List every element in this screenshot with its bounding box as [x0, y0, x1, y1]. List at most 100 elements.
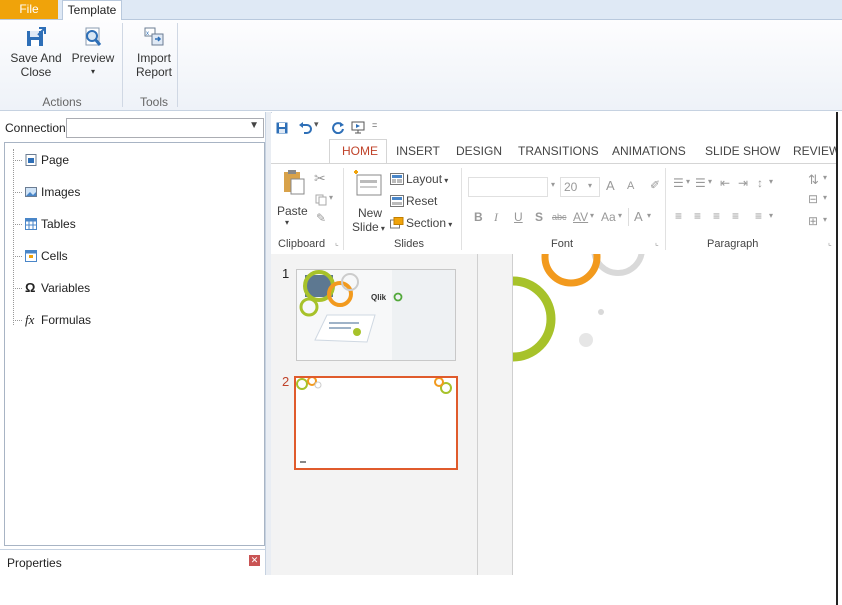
grow-font-icon[interactable]: A [606, 178, 615, 193]
fx-icon: fx [25, 312, 35, 327]
decrease-indent-icon[interactable]: ⇤ [720, 176, 730, 190]
slide-thumbnail-2-selected[interactable] [294, 376, 458, 470]
columns-icon[interactable]: ≡ [755, 209, 762, 223]
copy-icon[interactable] [315, 194, 327, 206]
align-center-icon[interactable]: ≡ [694, 209, 701, 223]
tree-item-tables[interactable]: Tables [5, 214, 245, 234]
numbering-dropdown-icon[interactable]: ▾ [708, 177, 712, 186]
cut-icon[interactable]: ✂ [314, 170, 326, 187]
dialog-launcher-icon[interactable]: ⌞ [335, 238, 339, 247]
slide-canvas[interactable] [513, 254, 836, 575]
paste-icon[interactable] [283, 169, 305, 195]
dialog-launcher-icon[interactable]: ⌞ [655, 238, 659, 247]
reset-icon[interactable] [390, 195, 404, 207]
font-size-value: 20 [564, 180, 578, 194]
paste-dropdown-icon[interactable]: ▾ [285, 218, 289, 227]
undo-dropdown-icon[interactable]: ▾ [314, 119, 319, 130]
group-label-actions: Actions [42, 95, 82, 109]
smartart-icon[interactable]: ⊞ [808, 214, 818, 228]
tab-template[interactable]: Template [62, 0, 122, 21]
tab-review[interactable]: REVIEW [793, 144, 836, 158]
redo-icon[interactable] [332, 121, 345, 134]
tree-item-label: Page [41, 153, 70, 167]
font-size-dropdown-icon[interactable]: ▾ [588, 181, 592, 190]
font-color-button[interactable]: A [634, 209, 643, 224]
tree-item-label: Tables [41, 217, 76, 231]
italic-button[interactable]: I [494, 210, 498, 225]
cells-icon [25, 250, 37, 262]
connection-select[interactable]: ▼ [66, 118, 264, 138]
customize-toolbar-icon[interactable]: = [372, 120, 377, 130]
new-slide-label[interactable]: New [358, 206, 382, 220]
bullets-dropdown-icon[interactable]: ▾ [686, 177, 690, 186]
underline-button[interactable]: U [514, 210, 523, 224]
align-right-icon[interactable]: ≡ [713, 209, 720, 223]
save-and-close-button[interactable]: Save And Close [6, 26, 66, 79]
tab-insert[interactable]: INSERT [396, 144, 440, 158]
tree-item-cells[interactable]: Cells [5, 246, 245, 266]
clear-formatting-icon[interactable]: ✐ [650, 178, 660, 192]
line-spacing-dropdown-icon[interactable]: ▾ [769, 177, 773, 186]
tables-icon [25, 218, 37, 230]
columns-dropdown-icon[interactable]: ▾ [769, 211, 773, 220]
shrink-font-icon[interactable]: A [627, 180, 634, 192]
line-spacing-icon[interactable]: ↕ [757, 176, 763, 190]
align-left-icon[interactable]: ≡ [675, 209, 682, 223]
spacing-dropdown-icon[interactable]: ▾ [590, 211, 594, 220]
numbering-icon[interactable]: ☰ [695, 176, 706, 190]
font-size-combo[interactable]: 20 ▾ [560, 177, 600, 197]
align-text-dropdown-icon[interactable]: ▾ [823, 193, 827, 202]
slide-thumbnails-pane: 1 Qlik 2 [271, 254, 478, 575]
bold-button[interactable]: B [474, 210, 483, 224]
align-text-icon[interactable]: ⊟ [808, 192, 818, 206]
font-color-dropdown-icon[interactable]: ▾ [647, 211, 651, 220]
smartart-dropdown-icon[interactable]: ▾ [823, 215, 827, 224]
group-label-font: Font [551, 238, 574, 250]
tab-design[interactable]: DESIGN [456, 144, 502, 158]
tree-item-page[interactable]: Page [5, 150, 245, 170]
preview-dropdown-arrow[interactable]: ▾ [70, 65, 116, 79]
tab-home[interactable]: HOME [342, 144, 378, 158]
preview-button[interactable]: Preview ▾ [70, 26, 116, 79]
tab-animations[interactable]: ANIMATIONS [612, 144, 686, 158]
tab-transitions[interactable]: TRANSITIONS [518, 144, 599, 158]
character-spacing-button[interactable]: AV [573, 210, 588, 224]
tree-item-variables[interactable]: Ω Variables [5, 278, 245, 298]
undo-icon[interactable] [298, 121, 312, 134]
tree-item-formulas[interactable]: fx Formulas [5, 310, 245, 330]
chevron-down-icon[interactable]: ▼ [249, 120, 259, 131]
increase-indent-icon[interactable]: ⇥ [738, 176, 748, 190]
text-direction-dropdown-icon[interactable]: ▾ [823, 173, 827, 182]
paste-label[interactable]: Paste [277, 204, 308, 218]
justify-icon[interactable]: ≡ [732, 209, 739, 223]
dialog-launcher-icon[interactable]: ⌞ [828, 238, 832, 247]
font-name-combo[interactable] [468, 177, 548, 197]
font-name-dropdown-icon[interactable]: ▾ [551, 180, 555, 189]
shadow-button[interactable]: S [535, 210, 543, 224]
slide-1-graphic: Qlik [297, 270, 455, 360]
ribbon-separator [665, 168, 666, 250]
copy-dropdown-icon[interactable]: ▾ [329, 193, 333, 202]
strikethrough-button[interactable]: abc [552, 212, 567, 222]
tree-item-images[interactable]: Images [5, 182, 245, 202]
import-report-button[interactable]: x Import Report [128, 26, 180, 79]
close-icon[interactable]: ✕ [249, 555, 260, 566]
case-dropdown-icon[interactable]: ▾ [618, 211, 622, 220]
new-slide-label-2[interactable]: Slide ▾ [352, 220, 385, 234]
save-icon[interactable] [276, 122, 288, 134]
tab-file[interactable]: File [0, 0, 58, 19]
bullets-icon[interactable]: ☰ [673, 176, 684, 190]
text-direction-icon[interactable]: ⇅ [808, 172, 819, 188]
slideshow-from-start-icon[interactable] [351, 121, 365, 134]
change-case-button[interactable]: Aa [601, 210, 616, 224]
powerpoint-frame: ▾ = HOME INSERT DESIGN TRANSITIONS ANIMA… [271, 113, 836, 575]
section-button[interactable]: Section ▾ [406, 216, 452, 230]
format-painter-icon[interactable]: ✎ [316, 211, 326, 225]
reset-label[interactable]: Reset [406, 194, 437, 208]
new-slide-icon[interactable] [353, 169, 383, 199]
tab-slide-show[interactable]: SLIDE SHOW [705, 144, 780, 158]
slide-thumbnail-1[interactable]: Qlik [296, 269, 456, 361]
layout-icon[interactable] [390, 173, 404, 185]
section-icon[interactable] [390, 217, 404, 229]
layout-button[interactable]: Layout ▾ [406, 172, 448, 186]
